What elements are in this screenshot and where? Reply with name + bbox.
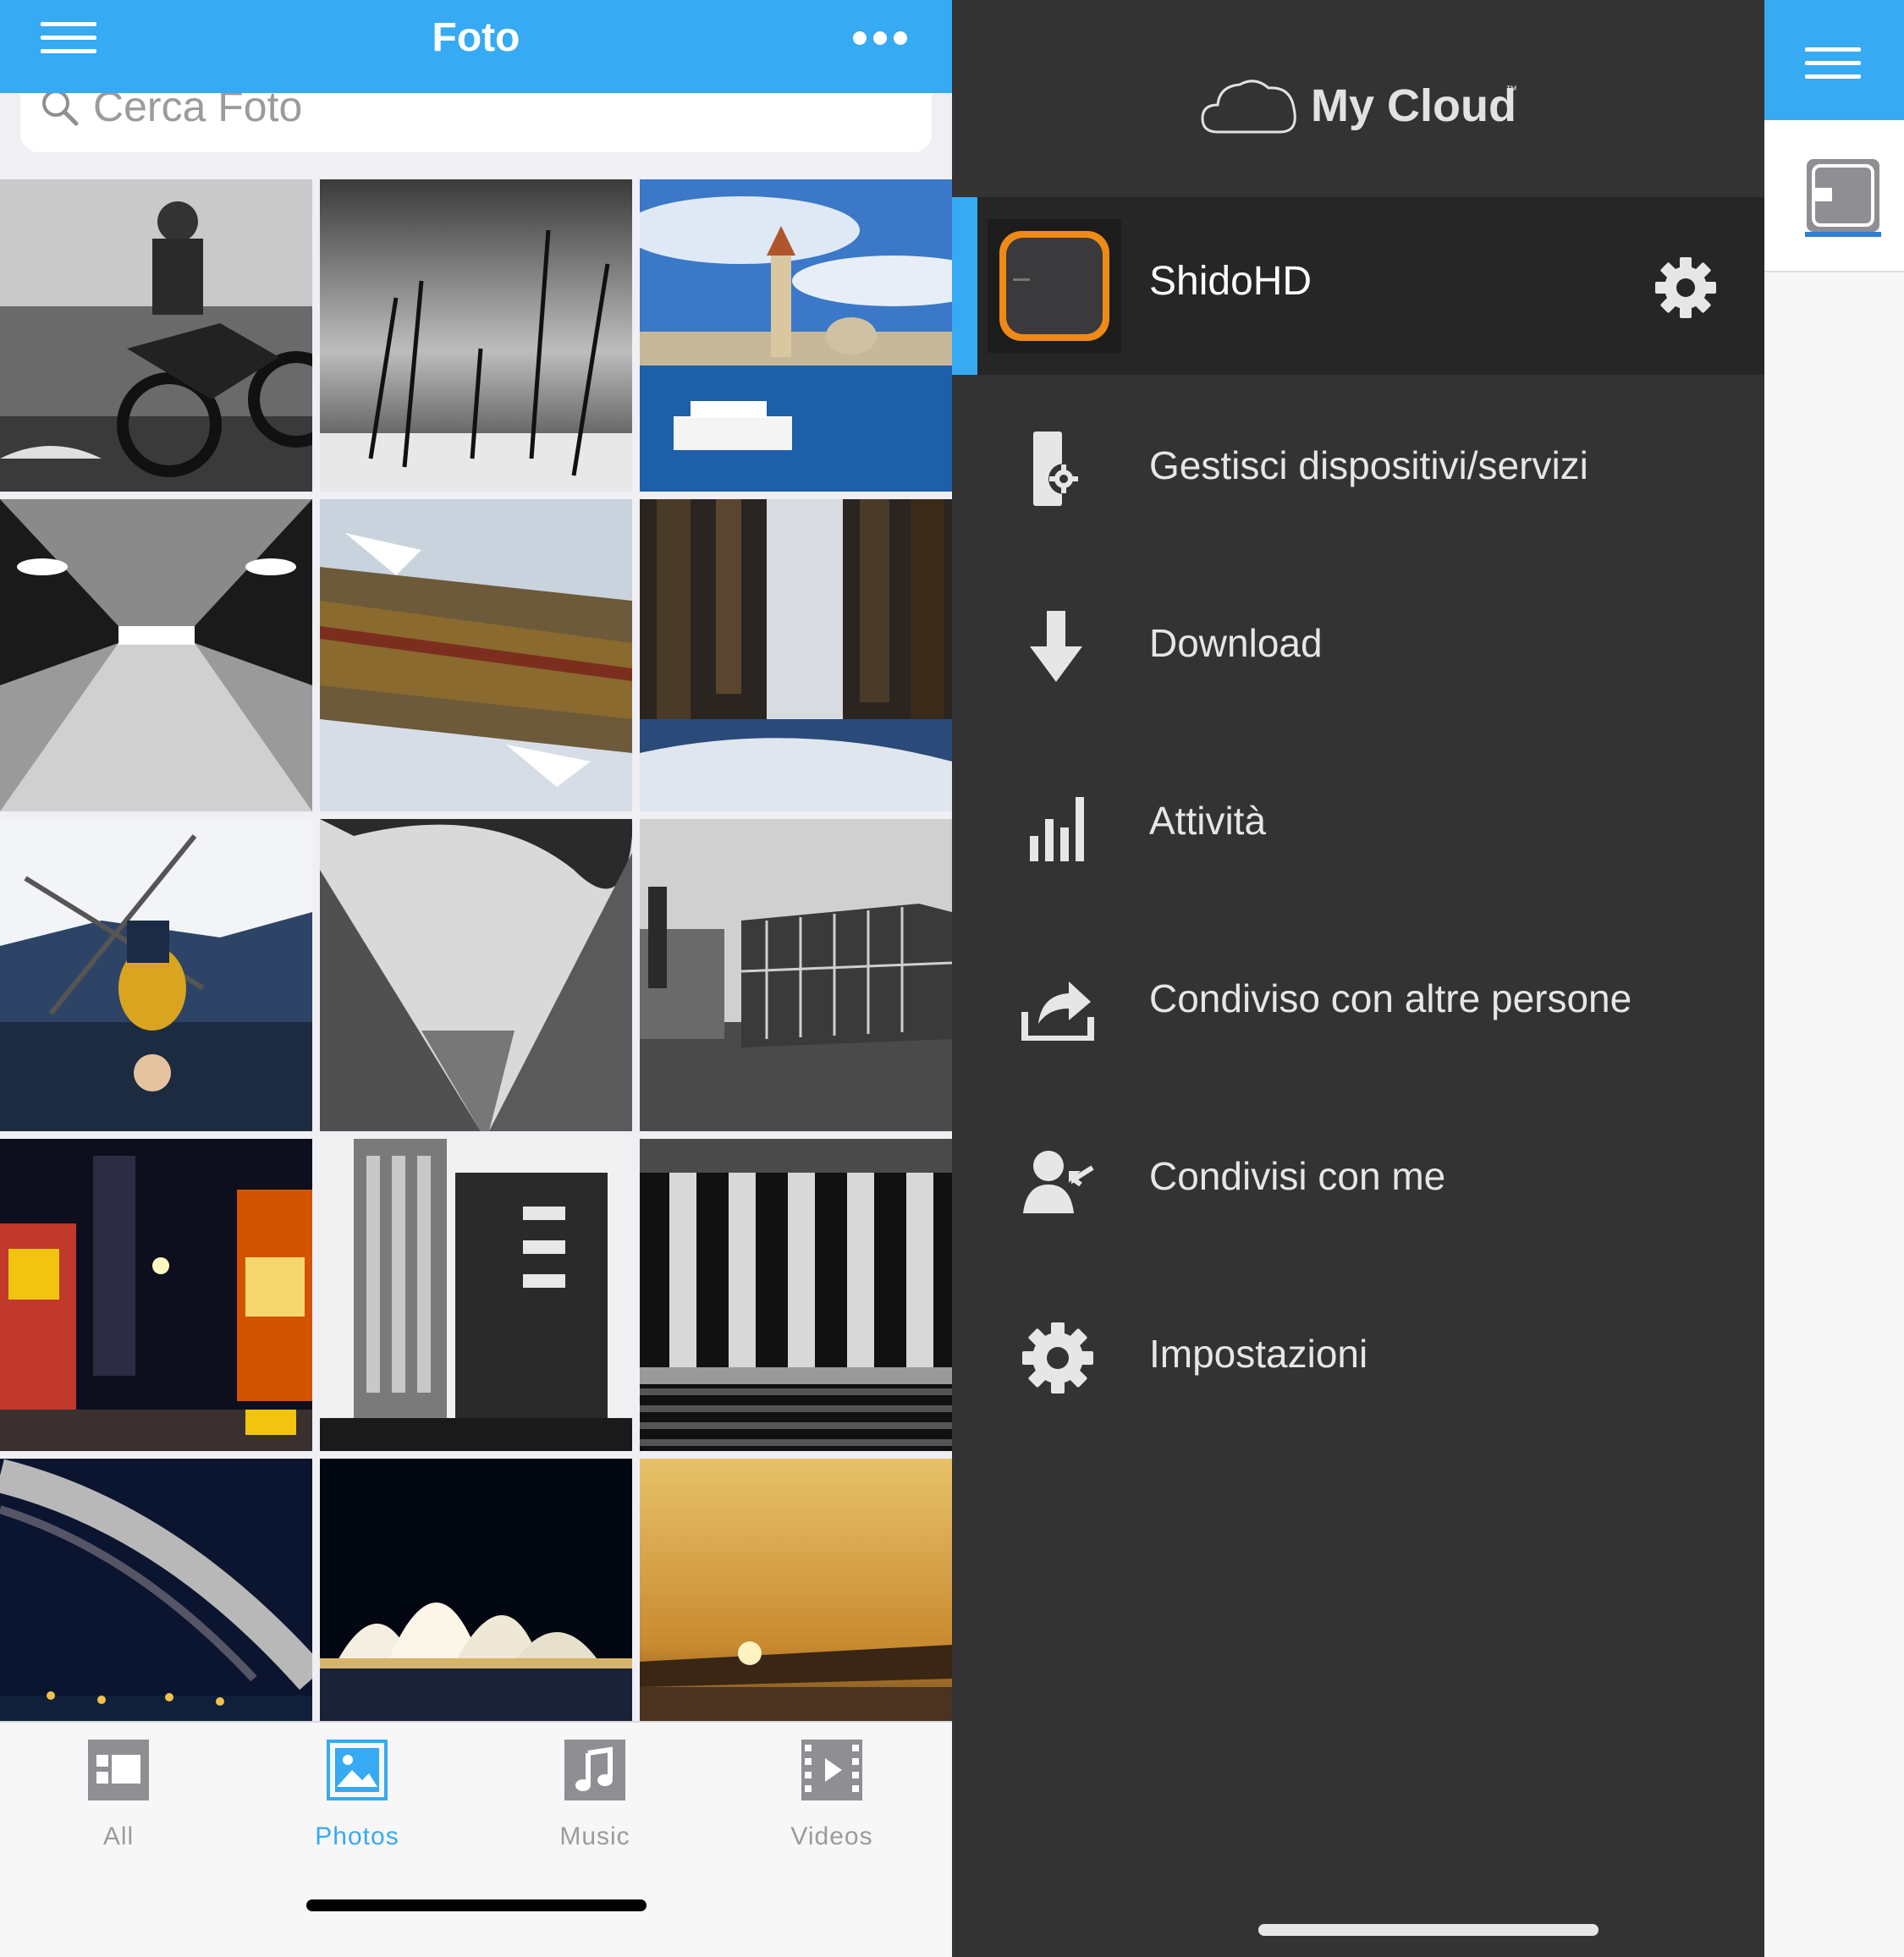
photos-app-pane: Cerca Foto Foto All Photos Music Videos [0, 0, 952, 1957]
menu-item-settings[interactable]: Impostazioni [952, 1265, 1764, 1443]
photo-thumbnail[interactable] [0, 819, 312, 1131]
photo-thumbnail[interactable] [640, 819, 952, 1131]
photo-thumbnail[interactable] [640, 499, 952, 811]
more-options-icon[interactable] [846, 25, 914, 51]
selection-indicator [952, 197, 977, 375]
menu-item-label: Impostazioni [1149, 1332, 1368, 1376]
tab-videos[interactable]: Videos [747, 1740, 916, 1866]
hard-drive-icon [988, 219, 1121, 353]
menu-item-label: Condiviso con altre persone [1149, 976, 1632, 1020]
manage-devices-icon [1033, 432, 1079, 506]
photo-thumbnail[interactable] [320, 819, 632, 1131]
tab-label: Videos [790, 1822, 873, 1850]
menu-item-label: Gestisci dispositivi/servizi [1149, 443, 1588, 487]
menu-item-activity[interactable]: Attività [952, 732, 1764, 910]
home-indicator [306, 1899, 647, 1911]
settings-icon [1022, 1322, 1093, 1394]
photo-thumbnail[interactable] [0, 1139, 312, 1451]
brand-header: My Cloud ™ [952, 59, 1764, 161]
photo-thumbnail[interactable] [320, 1139, 632, 1451]
navigation-drawer: My Cloud ™ ShidoHD Gestisci dispositivi/… [952, 0, 1764, 1957]
tab-label: Music [559, 1822, 630, 1850]
tab-music[interactable]: Music [510, 1740, 680, 1866]
videos-icon [801, 1740, 862, 1800]
tab-all[interactable]: All [34, 1740, 203, 1866]
photo-thumbnail[interactable] [0, 499, 312, 811]
page-title: Foto [432, 15, 520, 60]
menu-item-manage-devices[interactable]: Gestisci dispositivi/servizi [952, 377, 1764, 554]
hamburger-menu-icon[interactable] [1805, 44, 1861, 81]
menu-item-label: Condivisi con me [1149, 1154, 1446, 1198]
tab-label: Photos [315, 1822, 399, 1850]
cloud-icon [1201, 80, 1296, 134]
photo-thumbnail[interactable] [320, 499, 632, 811]
photo-thumbnail[interactable] [320, 179, 632, 492]
photo-grid [0, 179, 952, 1771]
device-selector[interactable]: ShidoHD [952, 197, 1764, 375]
selection-underline [1805, 232, 1881, 237]
menu-item-shared-with-me[interactable]: Condivisi con me [952, 1087, 1764, 1265]
tab-photos[interactable]: Photos [272, 1740, 442, 1866]
menu-item-label: Attività [1149, 799, 1267, 843]
photo-thumbnail[interactable] [640, 1139, 952, 1451]
device-name: ShidoHD [1149, 259, 1312, 304]
brand-name: My Cloud [1311, 80, 1516, 131]
photo-thumbnail[interactable] [640, 179, 952, 492]
all-icon [88, 1740, 149, 1800]
music-icon [564, 1740, 625, 1800]
menu-item-label: Download [1149, 621, 1323, 665]
download-icon [1030, 611, 1082, 682]
share-icon [1021, 981, 1094, 1041]
tab-label: All [102, 1822, 135, 1850]
photo-thumbnail[interactable] [0, 179, 312, 492]
photos-icon [327, 1740, 388, 1800]
home-indicator [1258, 1924, 1599, 1936]
menu-item-download[interactable]: Download [952, 554, 1764, 732]
shared-with-me-icon [1023, 1151, 1094, 1213]
background-app-pane [1764, 0, 1904, 1957]
hamburger-menu-icon[interactable] [41, 19, 96, 56]
device-thumbnail-icon [1807, 159, 1879, 232]
trademark-symbol: ™ [1505, 83, 1517, 96]
bottom-tab-bar: All Photos Music Videos [0, 1721, 952, 1957]
menu-item-shared-with-others[interactable]: Condiviso con altre persone [952, 910, 1764, 1087]
device-settings-gear-icon[interactable] [1654, 256, 1717, 319]
activity-icon [1030, 797, 1084, 861]
